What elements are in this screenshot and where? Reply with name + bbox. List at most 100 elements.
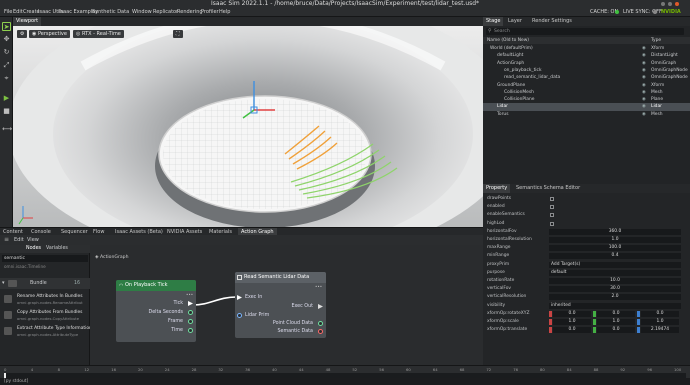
- minimize-icon[interactable]: [661, 1, 665, 6]
- property-checkbox[interactable]: [550, 221, 554, 226]
- tab-layer[interactable]: Layer: [505, 17, 525, 26]
- property-vector-field[interactable]: 1.0: [553, 319, 591, 325]
- render-mode-button[interactable]: ◎ RTX - Real-Time: [73, 30, 124, 38]
- graph-menu-view[interactable]: View: [27, 235, 39, 245]
- bundle-category[interactable]: ▾ Bundle 16: [0, 278, 90, 289]
- scene-render[interactable]: [13, 26, 483, 227]
- col-name[interactable]: Name (Old to New): [487, 37, 529, 44]
- list-item[interactable]: Rename Attributes In Bundles omni.graph.n…: [0, 292, 90, 307]
- property-vector-field[interactable]: 0.0: [553, 310, 591, 317]
- property-field[interactable]: 1.0: [549, 237, 681, 243]
- viewport-settings-button[interactable]: ⚙: [17, 30, 28, 38]
- stage-row[interactable]: read_semantic_lidar_data ◉ OmniGraphNode: [483, 74, 690, 81]
- stage-row[interactable]: Lidar ◉ Lidar: [483, 103, 690, 111]
- list-item[interactable]: Copy Attributes From Bundles omni.graph.n…: [0, 308, 90, 323]
- visibility-icon[interactable]: ◉: [642, 103, 646, 110]
- pin-exec-out[interactable]: [318, 304, 323, 309]
- pin-tick[interactable]: [188, 301, 193, 306]
- property-field[interactable]: 2.0: [549, 294, 681, 301]
- property-field[interactable]: 0.4: [549, 253, 681, 260]
- tab-nodes[interactable]: Nodes: [26, 245, 41, 253]
- node-menu-icon[interactable]: •••: [315, 284, 322, 289]
- property-vector-field[interactable]: 0.0: [597, 310, 635, 317]
- fullscreen-button[interactable]: ⛶: [173, 30, 183, 38]
- col-type[interactable]: Type: [651, 37, 661, 44]
- property-vector-field[interactable]: 0.0: [553, 327, 591, 334]
- node-menu-icon[interactable]: •••: [186, 292, 193, 297]
- graph-menu-edit[interactable]: Edit: [14, 235, 24, 245]
- visibility-icon[interactable]: ◉: [642, 82, 646, 89]
- visibility-icon[interactable]: ◉: [642, 67, 646, 74]
- read-semantic-lidar-data-node[interactable]: Read Semantic Lidar Data ••• Exec In Lid…: [235, 272, 326, 338]
- play-icon[interactable]: ▶: [2, 94, 11, 103]
- snap-tool-icon[interactable]: ⌖: [2, 74, 11, 83]
- visibility-icon[interactable]: ◉: [642, 96, 646, 103]
- pin-exec-in[interactable]: [237, 295, 242, 300]
- tab-variables[interactable]: Variables: [46, 245, 68, 253]
- measure-tool-icon[interactable]: ⟷: [2, 125, 12, 134]
- action-graph-canvas[interactable]: ◈ ActionGraph On Playback Tick ◠ ••• Tic…: [90, 245, 483, 365]
- pin-delta-seconds[interactable]: [188, 310, 193, 315]
- camera-button[interactable]: ◉ Perspective: [29, 30, 70, 38]
- menu-profiler[interactable]: Profiler: [201, 7, 219, 17]
- stage-row[interactable]: World (defaultPrim) ◉ Xform: [483, 45, 690, 52]
- menu-help[interactable]: Help: [219, 7, 230, 17]
- property-vector-field[interactable]: 0.0: [641, 310, 679, 317]
- stage-row[interactable]: Torus ◉ Mesh: [483, 111, 690, 118]
- visibility-icon[interactable]: ◉: [642, 60, 646, 67]
- visibility-icon[interactable]: ◉: [642, 74, 646, 81]
- list-item[interactable]: Extract Attribute Type Information omni.g…: [0, 324, 92, 339]
- property-checkbox[interactable]: [550, 205, 554, 210]
- pin-frame[interactable]: [188, 319, 193, 324]
- tab-render-settings[interactable]: Render Settings: [529, 17, 575, 26]
- hamburger-icon[interactable]: ≡: [4, 235, 9, 245]
- property-vector-field[interactable]: 0.0: [597, 327, 635, 334]
- property-checkbox[interactable]: [550, 213, 554, 218]
- property-field[interactable]: 360.0: [549, 228, 681, 235]
- pin-point-cloud-data[interactable]: [318, 321, 323, 326]
- tab-stage[interactable]: Stage: [483, 17, 504, 26]
- select-tool-icon[interactable]: ➤: [2, 22, 11, 31]
- stage-row[interactable]: on_playback_tick ◉ OmniGraphNode: [483, 67, 690, 74]
- viewport[interactable]: ⚙ ◉ Perspective ◎ RTX - Real-Time ⛶: [13, 26, 483, 227]
- stage-row[interactable]: CollisionPlane ◉ Plane: [483, 96, 690, 103]
- stage-search[interactable]: ⚲ Search: [486, 28, 684, 35]
- tab-property[interactable]: Property: [483, 184, 511, 193]
- maximize-icon[interactable]: [668, 1, 672, 6]
- menu-replicator[interactable]: Replicator: [153, 7, 178, 17]
- menu-synthetic-data[interactable]: Synthetic Data: [92, 7, 129, 17]
- property-field[interactable]: 30.0: [549, 286, 681, 293]
- scale-tool-icon[interactable]: ⤢: [2, 61, 11, 70]
- property-field[interactable]: 100.0: [549, 245, 681, 252]
- menu-edit[interactable]: Edit: [13, 7, 23, 17]
- property-select[interactable]: inherited: [549, 302, 681, 309]
- property-field[interactable]: 10.0: [549, 278, 681, 284]
- on-playback-tick-node[interactable]: On Playback Tick ◠ ••• Tick Delta Second…: [116, 280, 196, 342]
- cache-status[interactable]: CACHE: ON: [590, 7, 618, 17]
- pin-time[interactable]: [188, 328, 193, 333]
- property-vector-field[interactable]: 1.0: [641, 319, 679, 325]
- menu-file[interactable]: File: [4, 7, 12, 17]
- property-vector-field[interactable]: 2.19474: [641, 327, 679, 334]
- node-search-input[interactable]: semantic: [2, 255, 88, 262]
- pin-semantic-data[interactable]: [318, 329, 323, 334]
- menu-window[interactable]: Window: [132, 7, 152, 17]
- visibility-icon[interactable]: ◉: [642, 111, 646, 118]
- property-vector-field[interactable]: 1.0: [597, 319, 635, 325]
- menu-rendering[interactable]: Rendering: [177, 7, 203, 17]
- rotate-tool-icon[interactable]: ↻: [2, 48, 11, 57]
- property-checkbox[interactable]: [550, 197, 554, 201]
- stage-row[interactable]: ActionGraph ◉ OmniGraph: [483, 60, 690, 67]
- stage-row[interactable]: defaultLight ◉ DistantLight: [483, 52, 690, 59]
- stop-icon[interactable]: ■: [2, 107, 11, 116]
- close-icon[interactable]: [675, 1, 679, 6]
- pin-lidar-prim[interactable]: [237, 313, 242, 318]
- property-select[interactable]: default: [549, 269, 681, 276]
- tab-viewport[interactable]: Viewport: [13, 17, 42, 26]
- visibility-icon[interactable]: ◉: [642, 52, 646, 59]
- property-field[interactable]: Add Target(s): [549, 261, 681, 268]
- move-tool-icon[interactable]: ✥: [2, 35, 11, 44]
- tab-semantics-schema-editor[interactable]: Semantics Schema Editor: [513, 184, 583, 193]
- visibility-icon[interactable]: ◉: [642, 89, 646, 96]
- stage-row[interactable]: GroundPlane ◉ Xform: [483, 82, 690, 89]
